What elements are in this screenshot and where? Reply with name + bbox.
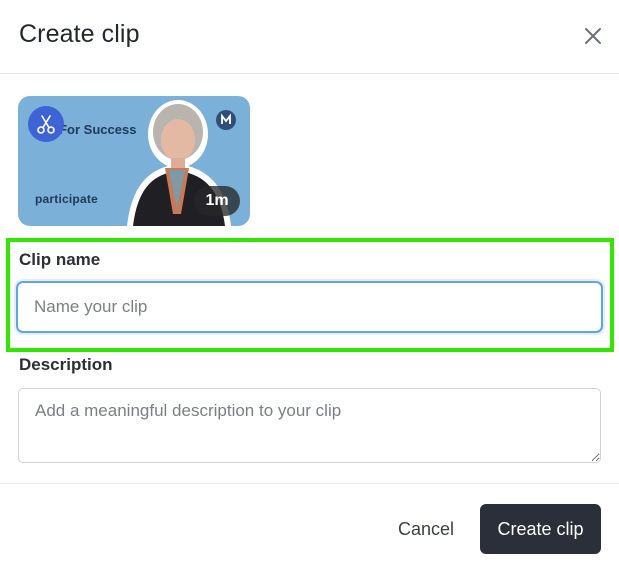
clip-thumbnail: ion For Success participate 1m bbox=[18, 96, 250, 226]
clip-name-input[interactable] bbox=[16, 281, 603, 333]
channel-logo-icon bbox=[216, 110, 236, 130]
scissors-icon[interactable] bbox=[28, 106, 64, 142]
close-icon[interactable] bbox=[581, 24, 605, 48]
footer-divider bbox=[0, 483, 619, 484]
dialog-header: Create clip bbox=[0, 0, 619, 74]
description-textarea[interactable] bbox=[18, 388, 601, 463]
dialog-title: Create clip bbox=[19, 20, 140, 48]
create-clip-button[interactable]: Create clip bbox=[480, 504, 601, 554]
thumbnail-brand-text: participate bbox=[35, 192, 98, 206]
duration-badge: 1m bbox=[194, 186, 240, 216]
description-label: Description bbox=[19, 355, 113, 374]
cancel-button[interactable]: Cancel bbox=[382, 505, 470, 553]
clip-name-label: Clip name bbox=[19, 250, 101, 269]
